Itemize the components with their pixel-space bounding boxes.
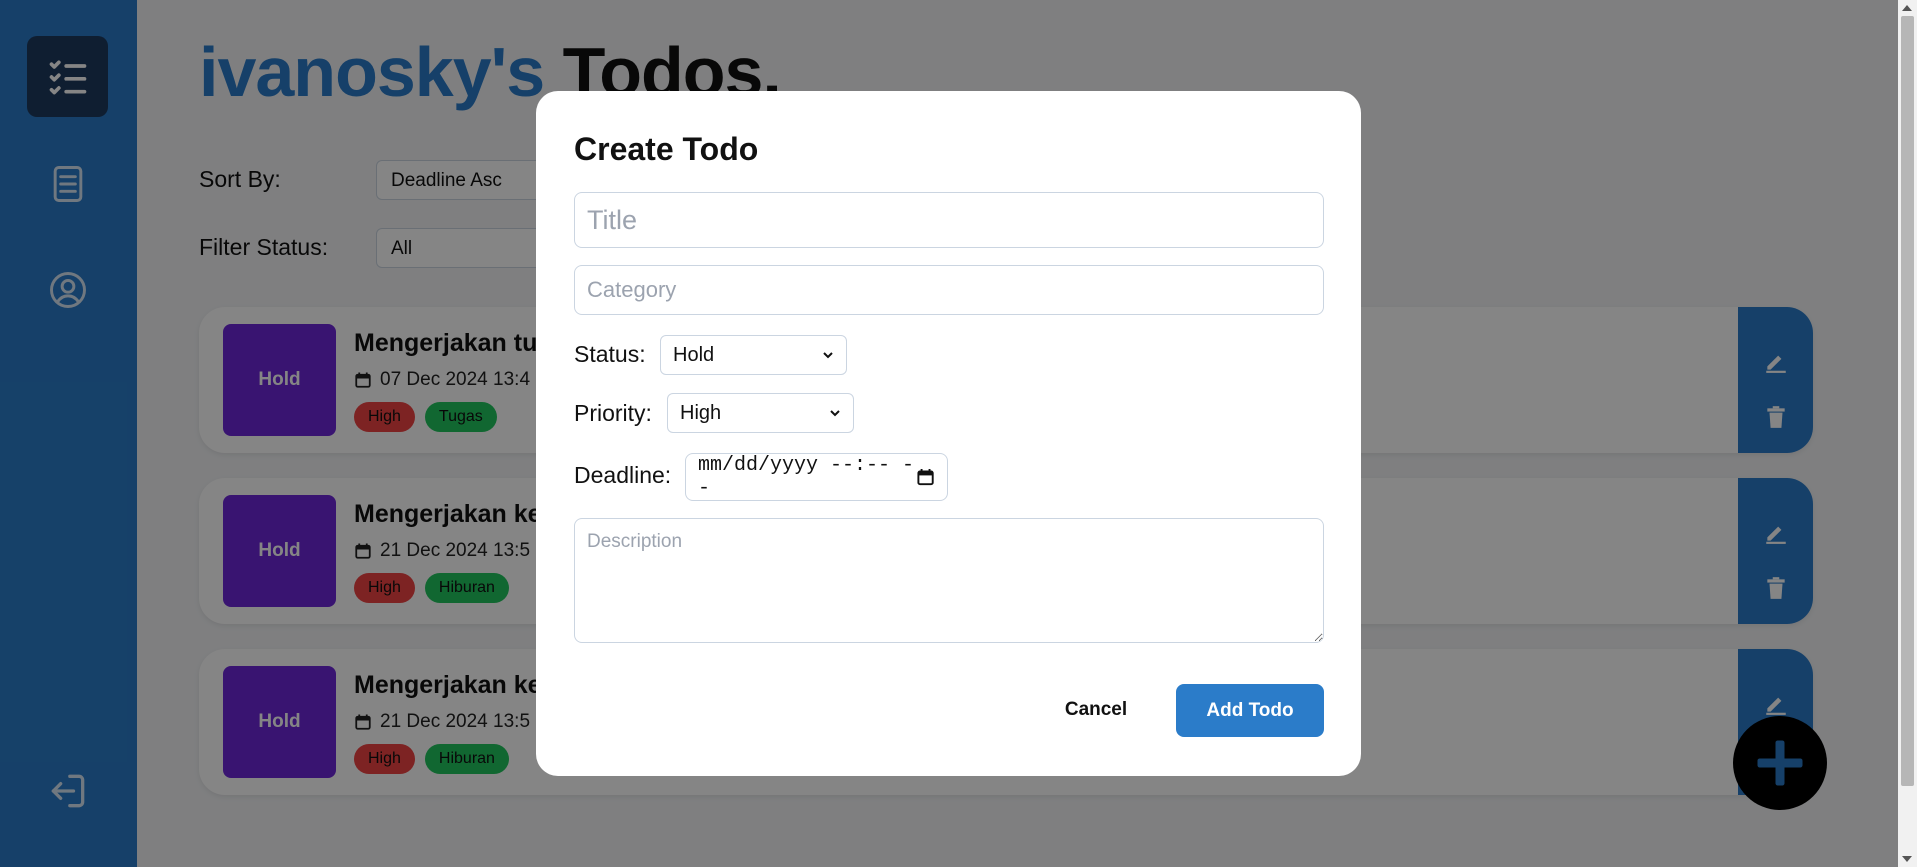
- deadline-label: Deadline:: [574, 462, 672, 488]
- description-textarea[interactable]: [574, 518, 1324, 643]
- vertical-scrollbar[interactable]: [1898, 0, 1917, 867]
- modal-title: Create Todo: [574, 131, 759, 167]
- chevron-down-icon: [830, 410, 840, 417]
- calendar-icon[interactable]: [916, 467, 935, 487]
- add-todo-button[interactable]: Add Todo: [1176, 684, 1324, 737]
- title-input[interactable]: [574, 192, 1324, 248]
- deadline-input[interactable]: mm/dd/yyyy --:-- --: [685, 453, 948, 501]
- category-input[interactable]: [574, 265, 1324, 315]
- chevron-down-icon: [823, 352, 833, 359]
- deadline-placeholder: mm/dd/yyyy --:-- --: [698, 454, 915, 500]
- status-select-value: Hold: [673, 343, 715, 366]
- priority-label: Priority:: [574, 400, 652, 426]
- create-todo-modal: Create Todo Status: Hold Priority: High …: [536, 91, 1361, 776]
- status-select[interactable]: Hold: [660, 335, 847, 375]
- cancel-button[interactable]: Cancel: [1041, 684, 1151, 736]
- scrollbar-thumb[interactable]: [1901, 16, 1914, 786]
- status-label: Status:: [574, 341, 646, 367]
- scroll-down-icon[interactable]: [1902, 856, 1912, 862]
- priority-select-value: High: [680, 401, 722, 424]
- scroll-up-icon[interactable]: [1902, 5, 1912, 11]
- priority-select[interactable]: High: [667, 393, 854, 433]
